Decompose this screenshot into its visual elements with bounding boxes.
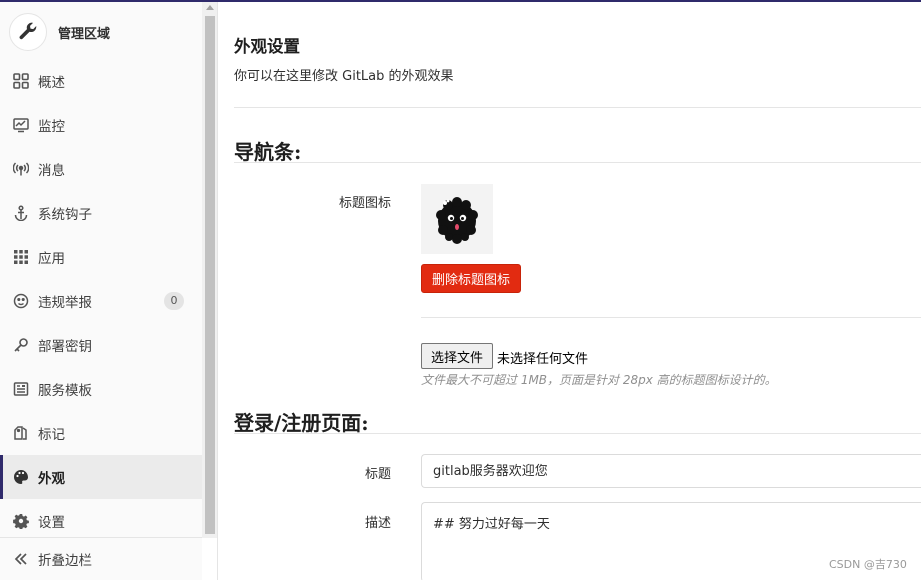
gear-icon bbox=[12, 512, 30, 530]
smiley-icon bbox=[12, 292, 30, 310]
wrench-icon bbox=[9, 13, 47, 51]
sidebar-item-label: 标记 bbox=[38, 427, 65, 443]
signin-title-input[interactable]: gitlab服务器欢迎您 bbox=[421, 454, 921, 488]
sidebar-scrollbar[interactable] bbox=[202, 2, 217, 538]
collapse-sidebar-label: 折叠边栏 bbox=[38, 553, 92, 569]
sidebar-item-label: 系统钩子 bbox=[38, 207, 92, 223]
sidebar-item-label: 外观 bbox=[38, 471, 65, 487]
broadcast-icon bbox=[12, 160, 30, 178]
sidebar-item-label: 监控 bbox=[38, 119, 65, 135]
sidebar-item-label: 违规举报 bbox=[38, 295, 92, 311]
template-icon bbox=[12, 380, 30, 398]
sidebar-item-deploy-keys[interactable]: 部署密钥 bbox=[0, 323, 202, 367]
sidebar-context-header[interactable]: 管理区域 bbox=[0, 12, 202, 52]
divider bbox=[234, 162, 921, 163]
sidebar-item-monitoring[interactable]: 监控 bbox=[0, 103, 202, 147]
logo-help-text: 文件最大不可超过 1MB，页面是针对 28px 高的标题图标设计的。 bbox=[421, 373, 777, 387]
header-logo-preview bbox=[421, 184, 493, 254]
sidebar: 管理区域 概述 监控 消息 系统钩子 应用 违规举报 0 部署密钥 服务模板 标… bbox=[0, 2, 202, 580]
sidebar-item-service-templates[interactable]: 服务模板 bbox=[0, 367, 202, 411]
sidebar-item-labels[interactable]: 标记 bbox=[0, 411, 202, 455]
sidebar-context-title: 管理区域 bbox=[58, 26, 111, 42]
sidebar-item-label: 应用 bbox=[38, 251, 65, 267]
signin-title-label: 标题 bbox=[364, 467, 391, 482]
page-title: 外观设置 bbox=[234, 37, 300, 56]
sidebar-item-applications[interactable]: 应用 bbox=[0, 235, 202, 279]
monitor-icon bbox=[12, 116, 30, 134]
choose-file-button[interactable]: 选择文件 bbox=[421, 343, 493, 369]
scrollbar-thumb[interactable] bbox=[205, 16, 215, 534]
page-description: 你可以在这里修改 GitLab 的外观效果 bbox=[234, 69, 454, 84]
key-icon bbox=[12, 336, 30, 354]
sidebar-item-appearance[interactable]: 外观 bbox=[0, 455, 202, 499]
sidebar-item-label: 设置 bbox=[38, 515, 65, 531]
sidebar-item-messages[interactable]: 消息 bbox=[0, 147, 202, 191]
file-status-text: 未选择任何文件 bbox=[497, 352, 589, 367]
signin-description-label: 描述 bbox=[364, 516, 391, 531]
remove-logo-button[interactable]: 删除标题图标 bbox=[421, 264, 521, 293]
count-badge: 0 bbox=[164, 292, 184, 310]
navbar-section-heading: 导航条: bbox=[234, 140, 302, 164]
anchor-icon bbox=[12, 204, 30, 222]
sidebar-item-label: 消息 bbox=[38, 163, 65, 179]
sidebar-item-abuse-reports[interactable]: 违规举报 0 bbox=[0, 279, 202, 323]
divider bbox=[234, 107, 921, 108]
signin-section-heading: 登录/注册页面: bbox=[234, 411, 369, 435]
grid-icon bbox=[12, 72, 30, 90]
palette-icon bbox=[12, 468, 30, 486]
sidebar-item-label: 服务模板 bbox=[38, 383, 92, 399]
sidebar-item-label: 部署密钥 bbox=[38, 339, 92, 355]
collapse-sidebar-button[interactable]: 折叠边栏 bbox=[0, 537, 202, 580]
header-logo-label: 标题图标 bbox=[338, 196, 391, 211]
sidebar-item-overview[interactable]: 概述 bbox=[0, 59, 202, 103]
divider bbox=[421, 317, 921, 318]
scroll-up-arrow-icon[interactable] bbox=[206, 5, 214, 10]
labels-icon bbox=[12, 424, 30, 442]
watermark: CSDN @吉730 bbox=[829, 558, 907, 571]
logo-image bbox=[436, 197, 478, 244]
double-chevron-left-icon bbox=[12, 550, 30, 568]
sidebar-item-system-hooks[interactable]: 系统钩子 bbox=[0, 191, 202, 235]
sidebar-item-label: 概述 bbox=[38, 75, 65, 91]
divider bbox=[234, 433, 921, 434]
apps-icon bbox=[12, 248, 30, 266]
main-content: 外观设置 你可以在这里修改 GitLab 的外观效果 导航条: 标题图标 删除标… bbox=[218, 2, 921, 580]
